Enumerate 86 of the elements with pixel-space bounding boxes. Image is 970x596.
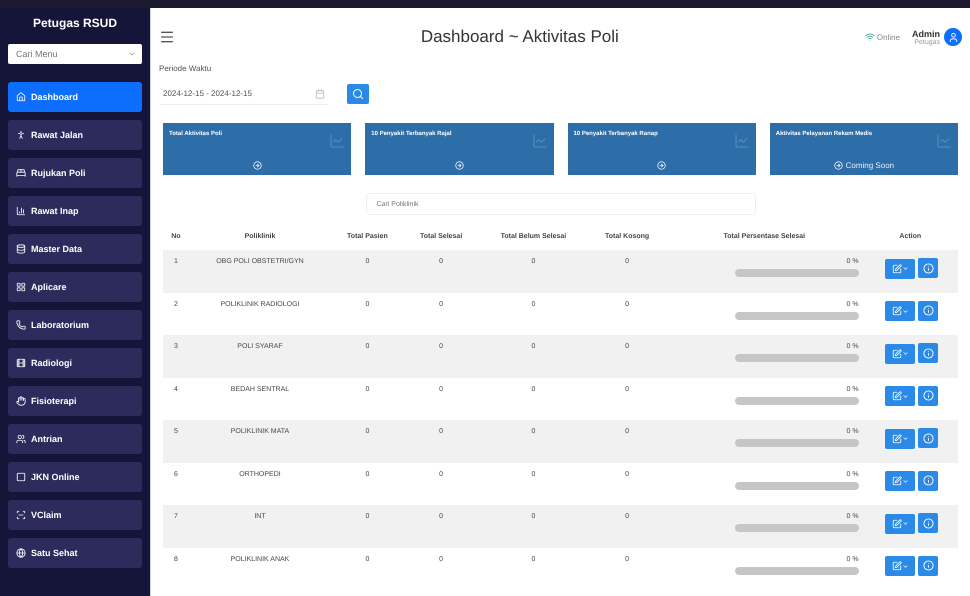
grid-icon bbox=[16, 282, 26, 292]
sidebar-item[interactable]: Rujukan Poli bbox=[8, 158, 142, 188]
user-icon bbox=[948, 32, 958, 42]
caret-icon bbox=[902, 350, 909, 357]
chart-icon bbox=[532, 133, 548, 149]
user-name: Admin bbox=[912, 28, 940, 38]
menu-search-field[interactable]: Cari Menu bbox=[8, 44, 142, 64]
info-button[interactable] bbox=[918, 300, 938, 320]
chart-icon bbox=[936, 133, 952, 149]
info-icon bbox=[922, 518, 934, 528]
sidebar-item[interactable]: Rawat Inap bbox=[8, 196, 142, 226]
sidebar-item[interactable]: Dashboard bbox=[8, 82, 142, 112]
info-button[interactable] bbox=[918, 428, 938, 448]
edit-dropdown-button[interactable] bbox=[885, 514, 916, 534]
scan-icon bbox=[16, 510, 26, 520]
filter-label: Periode Waktu bbox=[159, 64, 212, 73]
info-icon bbox=[922, 390, 934, 401]
sidebar-item[interactable]: Satu Sehat bbox=[8, 538, 142, 568]
caret-icon bbox=[902, 265, 909, 272]
hand-icon bbox=[16, 396, 26, 406]
sidebar-item[interactable]: Master Data bbox=[8, 234, 142, 264]
info-icon bbox=[922, 262, 934, 274]
edit-icon bbox=[892, 348, 902, 358]
sidebar-item[interactable]: Aplicare bbox=[8, 272, 142, 302]
caret-icon bbox=[902, 562, 909, 570]
database-icon bbox=[16, 244, 26, 254]
info-icon bbox=[922, 305, 934, 316]
date-range-field[interactable]: 2024-12-15 - 2024-12-15 bbox=[159, 83, 329, 105]
info-button[interactable] bbox=[918, 556, 938, 576]
sidebar-title: Petugas RSUD bbox=[32, 15, 118, 32]
edit-icon bbox=[892, 264, 902, 274]
sidebar-item[interactable]: Fisioterapi bbox=[8, 386, 142, 416]
info-button[interactable] bbox=[918, 258, 938, 278]
menu-icon[interactable] bbox=[159, 29, 175, 45]
caret-icon bbox=[902, 392, 909, 400]
caret-icon bbox=[902, 435, 909, 442]
film-icon bbox=[16, 358, 26, 368]
edit-dropdown-button[interactable] bbox=[885, 471, 916, 491]
calendar-icon bbox=[315, 88, 325, 98]
search-button[interactable] bbox=[347, 84, 369, 104]
status-text: Online bbox=[876, 32, 900, 42]
page-title: Dashboard ~ Aktivitas Poli bbox=[420, 27, 620, 47]
info-button[interactable] bbox=[918, 343, 938, 363]
edit-icon bbox=[892, 476, 902, 486]
info-button[interactable] bbox=[918, 470, 938, 490]
person-icon bbox=[16, 130, 26, 140]
edit-dropdown-button[interactable] bbox=[885, 301, 916, 321]
edit-dropdown-button[interactable] bbox=[885, 428, 916, 448]
edit-icon bbox=[892, 306, 902, 316]
wifi-icon bbox=[864, 32, 875, 42]
caret-icon bbox=[902, 308, 909, 314]
globe-icon bbox=[16, 548, 26, 558]
sidebar-item[interactable]: Rawat Jalan bbox=[8, 120, 142, 150]
edit-dropdown-button[interactable] bbox=[885, 556, 916, 576]
info-icon bbox=[922, 560, 934, 571]
edit-icon bbox=[892, 518, 902, 528]
avatar[interactable] bbox=[944, 28, 962, 46]
sidebar-item[interactable]: Laboratorium bbox=[8, 310, 142, 340]
card-footer: Coming Soon bbox=[846, 161, 894, 170]
phone-icon bbox=[16, 320, 26, 330]
info-button[interactable] bbox=[918, 513, 938, 533]
sidebar-item[interactable]: Antrian bbox=[8, 424, 142, 454]
bed-icon bbox=[16, 168, 26, 178]
sidebar-item[interactable]: JKN Online bbox=[8, 462, 142, 492]
caret-icon bbox=[902, 478, 909, 484]
users-icon bbox=[16, 434, 26, 444]
edit-dropdown-button[interactable] bbox=[885, 386, 916, 406]
info-icon bbox=[922, 475, 934, 486]
edit-dropdown-button[interactable] bbox=[885, 344, 916, 364]
chart-icon bbox=[329, 133, 346, 149]
search-icon bbox=[352, 88, 364, 100]
bar-chart-icon bbox=[16, 206, 26, 216]
info-icon bbox=[922, 432, 934, 444]
sidebar-item[interactable]: VClaim bbox=[8, 500, 142, 530]
square-icon bbox=[16, 472, 26, 482]
info-button[interactable] bbox=[918, 386, 938, 406]
sidebar-item[interactable]: Radiologi bbox=[8, 348, 142, 378]
caret-icon bbox=[902, 520, 909, 527]
edit-dropdown-button[interactable] bbox=[885, 258, 916, 278]
info-icon bbox=[922, 348, 934, 358]
edit-icon bbox=[892, 391, 902, 401]
chart-icon bbox=[734, 133, 750, 149]
edit-icon bbox=[892, 561, 902, 571]
menu-search-input[interactable]: Cari Menu bbox=[14, 48, 118, 60]
home-icon bbox=[16, 92, 26, 102]
edit-icon bbox=[892, 434, 902, 444]
